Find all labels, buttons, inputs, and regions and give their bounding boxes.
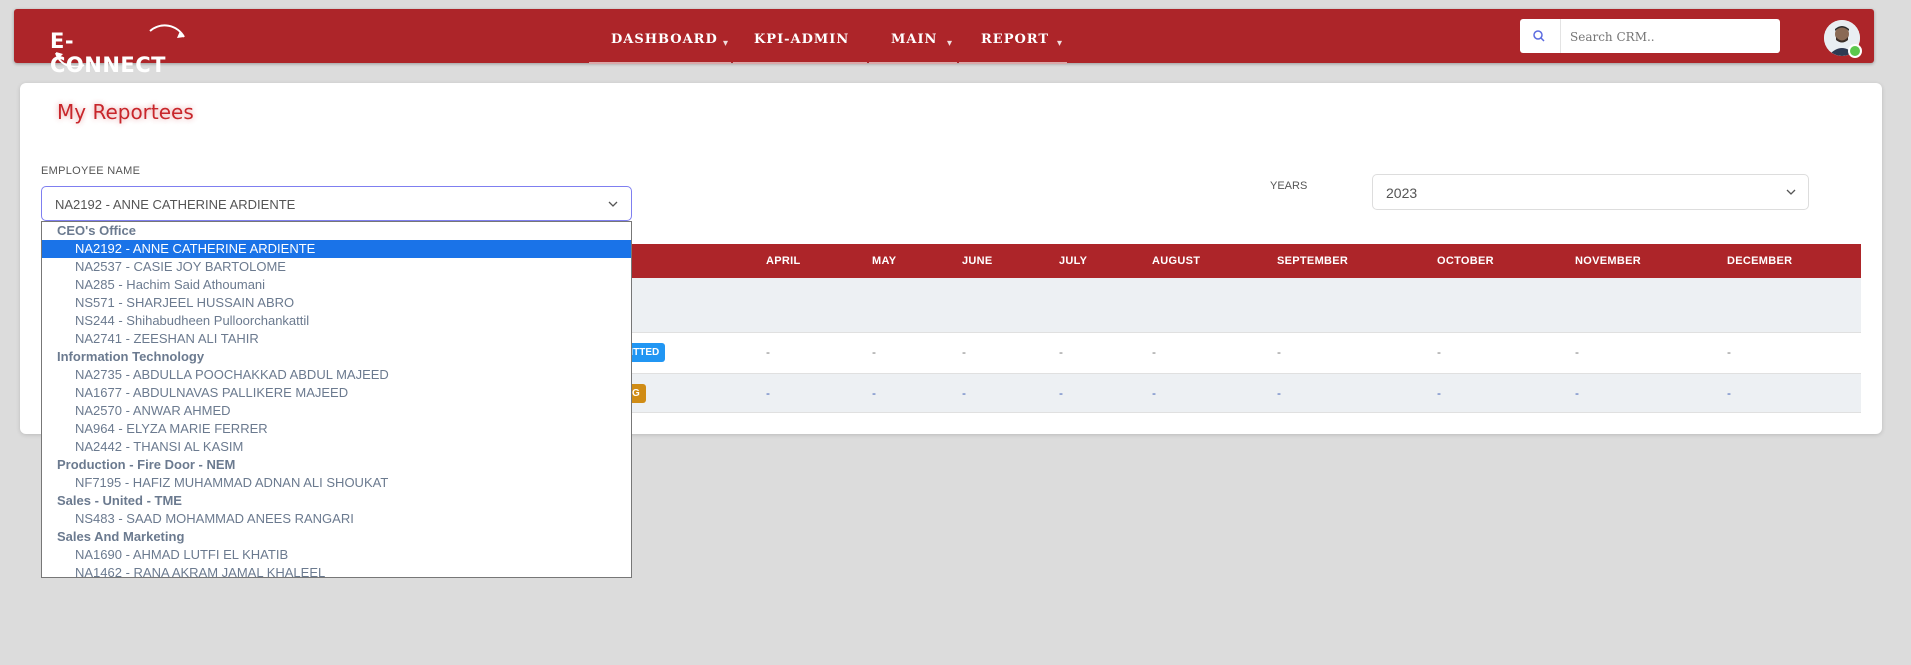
dropdown-option[interactable]: NA964 - ELYZA MARIE FERRER [42,420,631,438]
col-header-august: AUGUST [1152,255,1201,267]
nav-main[interactable]: MAIN ▾ [869,20,957,64]
nav-report-label: REPORT [981,32,1050,47]
dropdown-option[interactable]: NA1677 - ABDULNAVAS PALLIKERE MAJEED [42,384,631,402]
col-header-may: MAY [872,255,897,267]
search-box [1520,19,1780,53]
search-input[interactable] [1568,23,1772,51]
search-icon[interactable] [1532,29,1546,43]
col-header-april: APRIL [766,255,801,267]
nav-report[interactable]: REPORT ▾ [959,20,1067,64]
dropdown-option[interactable]: NA2442 - THANSI AL KASIM [42,438,631,456]
dropdown-option[interactable]: NS571 - SHARJEEL HUSSAIN ABRO [42,294,631,312]
table-cell: - [766,345,770,359]
logo-text: E-CONNECT [50,29,166,77]
dropdown-option[interactable]: NA1690 - AHMAD LUTFI EL KHATIB [42,546,631,564]
dropdown-option[interactable]: NA2192 - ANNE CATHERINE ARDIENTE [42,240,631,258]
dropdown-option[interactable]: NA2741 - ZEESHAN ALI TAHIR [42,330,631,348]
dropdown-group-information-technology: Information Technology [57,349,205,364]
table-cell: - [1277,345,1281,359]
brand-logo[interactable]: E-CONNECT [50,19,186,77]
col-header-november: NOVEMBER [1575,255,1641,267]
dropdown-option[interactable]: NA2570 - ANWAR AHMED [42,402,631,420]
dropdown-group-sales-and-marketing: Sales And Marketing [57,529,185,544]
table-cell[interactable]: - [962,386,966,400]
dropdown-group-ceos-office: CEO's Office [57,223,136,238]
employee-dropdown-list: CEO's Office NA2192 - ANNE CATHERINE ARD… [41,221,632,578]
years-label: YEARS [1270,180,1308,192]
dropdown-group-sales-united: Sales - United - TME [57,493,182,508]
employee-name-label: EMPLOYEE NAME [41,165,141,177]
year-select[interactable]: 2023 [1372,174,1809,210]
dropdown-option[interactable]: NS244 - Shihabudheen Pulloorchankattil [42,312,631,330]
col-header-september: SEPTEMBER [1277,255,1349,267]
col-header-june: JUNE [962,255,993,267]
nav-kpi-admin[interactable]: KPI-ADMIN [733,20,867,64]
chevron-down-icon: ▾ [947,38,953,49]
table-cell: - [1152,345,1156,359]
chevron-down-icon: ▾ [723,38,729,49]
chevron-down-icon [1786,189,1796,195]
col-header-october: OCTOBER [1437,255,1494,267]
chevron-down-icon: ▾ [1057,38,1063,49]
col-header-july: JULY [1059,255,1088,267]
table-cell: - [962,345,966,359]
table-cell: - [1059,345,1063,359]
table-cell: - [1575,345,1579,359]
search-divider [1560,19,1561,53]
nav-main-label: MAIN [891,32,938,47]
dropdown-option[interactable]: NA285 - Hachim Said Athoumani [42,276,631,294]
dropdown-option[interactable]: NA1462 - RANA AKRAM JAMAL KHALEEL [42,564,631,577]
nav-dashboard[interactable]: DASHBOARD ▾ [589,20,731,64]
table-cell[interactable]: - [1277,386,1281,400]
table-cell: - [1727,345,1731,359]
year-select-value: 2023 [1386,185,1418,201]
table-cell[interactable]: - [1059,386,1063,400]
dropdown-option[interactable]: NA2537 - CASIE JOY BARTOLOME [42,258,631,276]
dropdown-group-production-fire-door: Production - Fire Door - NEM [57,457,236,472]
dropdown-option[interactable]: NS483 - SAAD MOHAMMAD ANEES RANGARI [42,510,631,528]
nav-dashboard-label: DASHBOARD [611,32,718,47]
nav-kpi-admin-label: KPI-ADMIN [754,32,850,47]
chevron-down-icon [608,201,618,207]
page-title: My Reportees [57,100,194,124]
table-cell[interactable]: - [1575,386,1579,400]
main-nav: DASHBOARD ▾ KPI-ADMIN MAIN ▾ REPORT ▾ [589,20,1069,65]
dropdown-option[interactable]: NA2735 - ABDULLA POOCHAKKAD ABDUL MAJEED [42,366,631,384]
table-cell[interactable]: - [1727,386,1731,400]
table-cell[interactable]: - [1152,386,1156,400]
dropdown-option[interactable]: NF7195 - HAFIZ MUHAMMAD ADNAN ALI SHOUKA… [42,474,631,492]
table-cell[interactable]: - [872,386,876,400]
table-cell[interactable]: - [766,386,770,400]
table-cell: - [1437,345,1441,359]
employee-select-value: NA2192 - ANNE CATHERINE ARDIENTE [55,197,296,212]
table-cell: - [872,345,876,359]
col-header-december: DECEMBER [1727,255,1793,267]
employee-select[interactable]: NA2192 - ANNE CATHERINE ARDIENTE [41,186,632,221]
online-status-dot [1848,44,1862,58]
table-cell[interactable]: - [1437,386,1441,400]
